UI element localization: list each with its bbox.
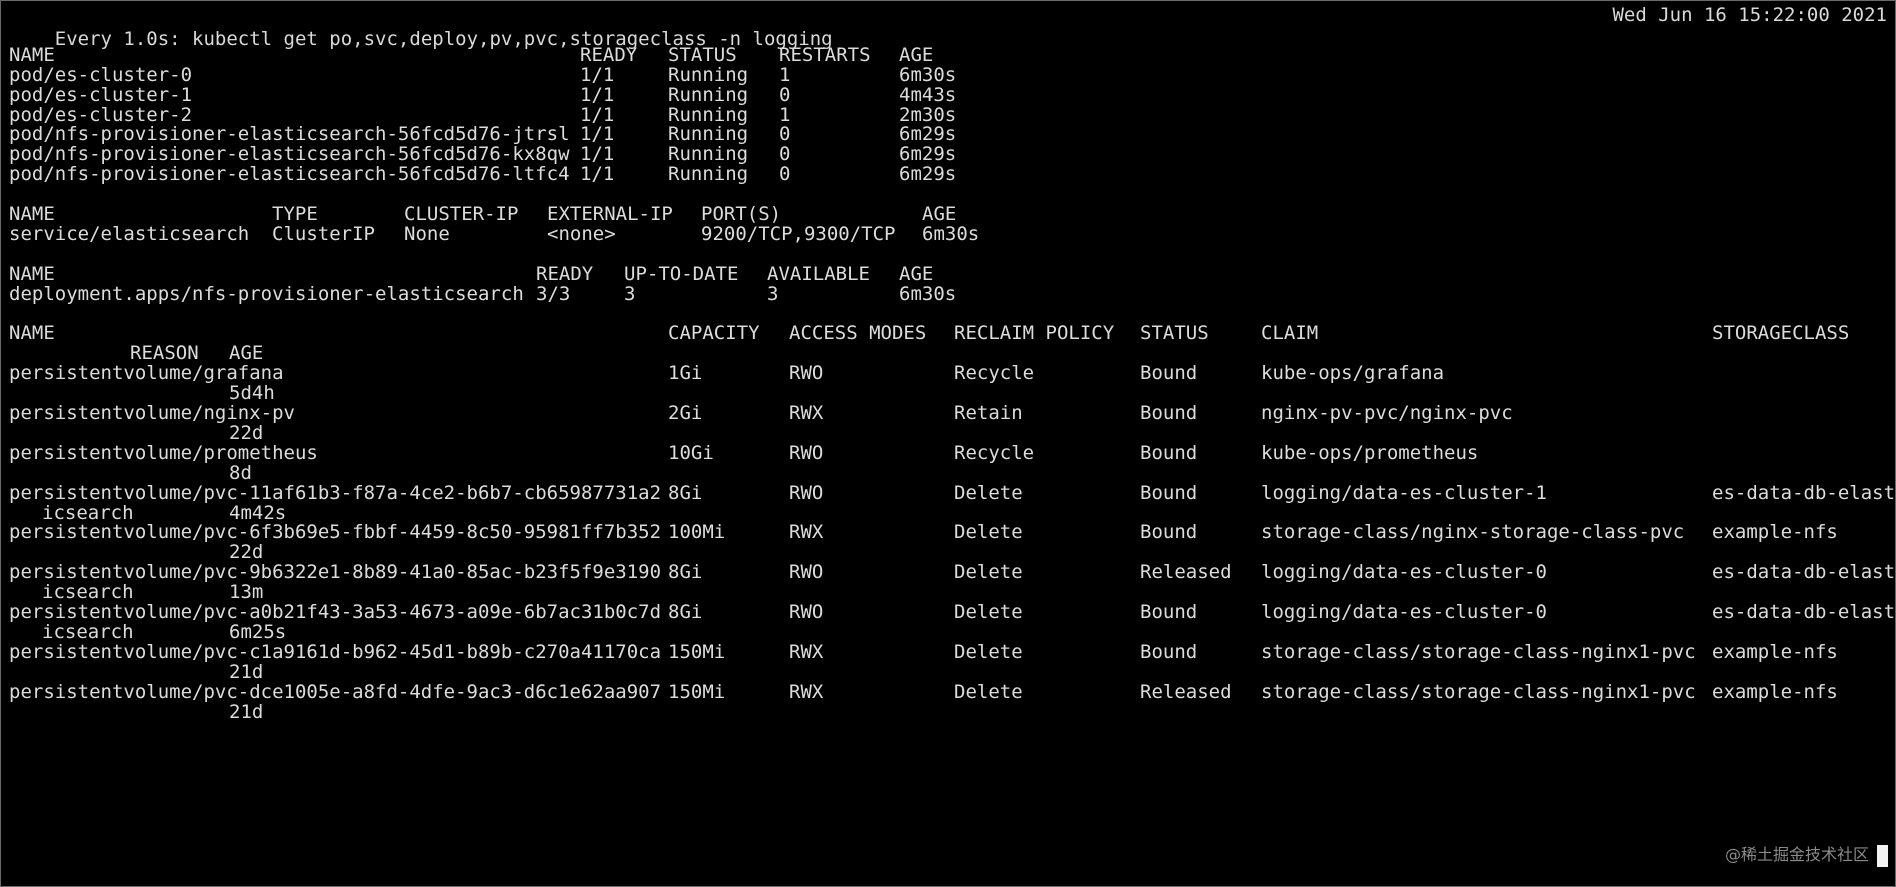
pvs-header-reclaim-policy: RECLAIM POLICY [954,322,1115,345]
pv-claim: logging/data-es-cluster-0 [1261,561,1547,584]
deployments-header-available: AVAILABLE [767,262,870,285]
deployment-available: 3 [767,282,779,305]
pv-access-modes: RWX [789,521,824,544]
pv-reclaim-policy: Retain [954,402,1023,424]
pv-reclaim-policy: Recycle [954,441,1035,464]
pv-status: Bound [1140,362,1198,385]
terminal-window[interactable]: Every 1.0s: kubectl get po,svc,deploy,pv… [0,0,1896,887]
pv-claim: logging/data-es-cluster-0 [1261,601,1547,623]
pv-access-modes: RWO [789,601,824,623]
deployment-name: deployment.apps/nfs-provisioner-elastics… [9,282,524,305]
pv-access-modes: RWX [789,402,824,424]
pv-reclaim-policy: Recycle [954,362,1035,385]
pv-capacity: 100Mi [668,521,726,544]
terminal-cursor [1877,845,1888,867]
pods-header-restarts: RESTARTS [779,43,871,66]
pv-reclaim-policy: Delete [954,521,1023,544]
pv-reclaim-policy: Delete [954,680,1023,703]
watermark: @稀土掘金技术社区 [1724,845,1869,864]
watch-clock: Wed Jun 16 15:22:00 2021 [1612,4,1887,26]
pvs-header-claim: CLAIM [1261,322,1319,345]
service-cluster-ip: None [404,222,450,245]
pv-access-modes: RWO [789,561,824,584]
pod-ready: 1/1 [580,163,615,186]
pv-storageclass: example-nfs [1712,640,1838,663]
pv-status: Bound [1140,601,1198,623]
pv-claim: nginx-pv-pvc/nginx-pvc [1261,402,1513,424]
pod-status: Running [668,163,749,186]
pv-storageclass: es-data-db-elast [1712,481,1896,504]
service-type: ClusterIP [272,222,375,245]
pv-reclaim-policy: Delete [954,481,1023,504]
pv-status: Released [1140,561,1232,584]
pv-capacity: 1Gi [668,362,703,385]
pod-restarts: 0 [779,163,791,186]
pv-reclaim-policy: Delete [954,640,1023,663]
pv-age: 21d [229,700,264,723]
pv-capacity: 150Mi [668,640,726,663]
pvs-header-capacity: CAPACITY [668,322,760,345]
pv-status: Released [1140,680,1232,703]
pvs-header-name: NAME [9,322,55,345]
pv-access-modes: RWO [789,481,824,504]
pv-capacity: 2Gi [668,402,703,424]
pv-access-modes: RWO [789,441,824,464]
deployment-ready: 3/3 [536,282,571,305]
pv-status: Bound [1140,481,1198,504]
pv-storageclass: es-data-db-elast [1712,601,1896,623]
deployments-header-up-to-date: UP-TO-DATE [624,262,739,285]
pv-status: Bound [1140,402,1198,424]
pv-claim: kube-ops/grafana [1261,362,1445,385]
deployment-up-to-date: 3 [624,282,636,305]
pv-storageclass: es-data-db-elast [1712,561,1896,584]
pv-name: persistentvolume/pvc-6f3b69e5-fbbf-4459-… [9,521,662,544]
pv-reclaim-policy: Delete [954,601,1023,623]
pv-storageclass: example-nfs [1712,521,1838,544]
pv-name: persistentvolume/pvc-dce1005e-a8fd-4dfe-… [9,680,662,703]
pod-age: 6m29s [899,163,957,186]
pv-reclaim-policy: Delete [954,561,1023,584]
pv-status: Bound [1140,441,1198,464]
pv-claim: storage-class/nginx-storage-class-pvc [1261,521,1685,544]
pv-access-modes: RWX [789,680,824,703]
pv-capacity: 10Gi [668,441,714,464]
service-name: service/elasticsearch [9,222,250,245]
deployment-age: 6m30s [899,282,957,305]
pv-claim: storage-class/storage-class-nginx1-pvc [1261,640,1696,663]
pvs-header-storageclass: STORAGECLASS [1712,322,1850,345]
service-ports: 9200/TCP,9300/TCP [701,222,896,245]
pv-capacity: 150Mi [668,680,726,703]
service-age: 6m30s [922,222,980,245]
pv-access-modes: RWO [789,362,824,385]
pv-claim: storage-class/storage-class-nginx1-pvc [1261,680,1696,703]
pv-name: persistentvolume/pvc-c1a9161d-b962-45d1-… [9,640,662,663]
pv-claim: logging/data-es-cluster-1 [1261,481,1547,504]
pvs-header-status: STATUS [1140,322,1209,345]
pod-name: pod/nfs-provisioner-elasticsearch-56fcd5… [9,163,570,186]
pv-claim: kube-ops/prometheus [1261,441,1479,464]
pv-storageclass: example-nfs [1712,680,1838,703]
pv-status: Bound [1140,521,1198,544]
service-external-ip: <none> [547,222,616,245]
pv-capacity: 8Gi [668,561,703,584]
pvs-header-access-modes: ACCESS MODES [789,322,927,345]
pv-capacity: 8Gi [668,601,703,623]
pv-capacity: 8Gi [668,481,703,504]
pv-access-modes: RWX [789,640,824,663]
watch-header: Every 1.0s: kubectl get po,svc,deploy,pv… [9,3,1887,50]
pv-name: persistentvolume/prometheus [9,441,318,464]
pv-status: Bound [1140,640,1198,663]
